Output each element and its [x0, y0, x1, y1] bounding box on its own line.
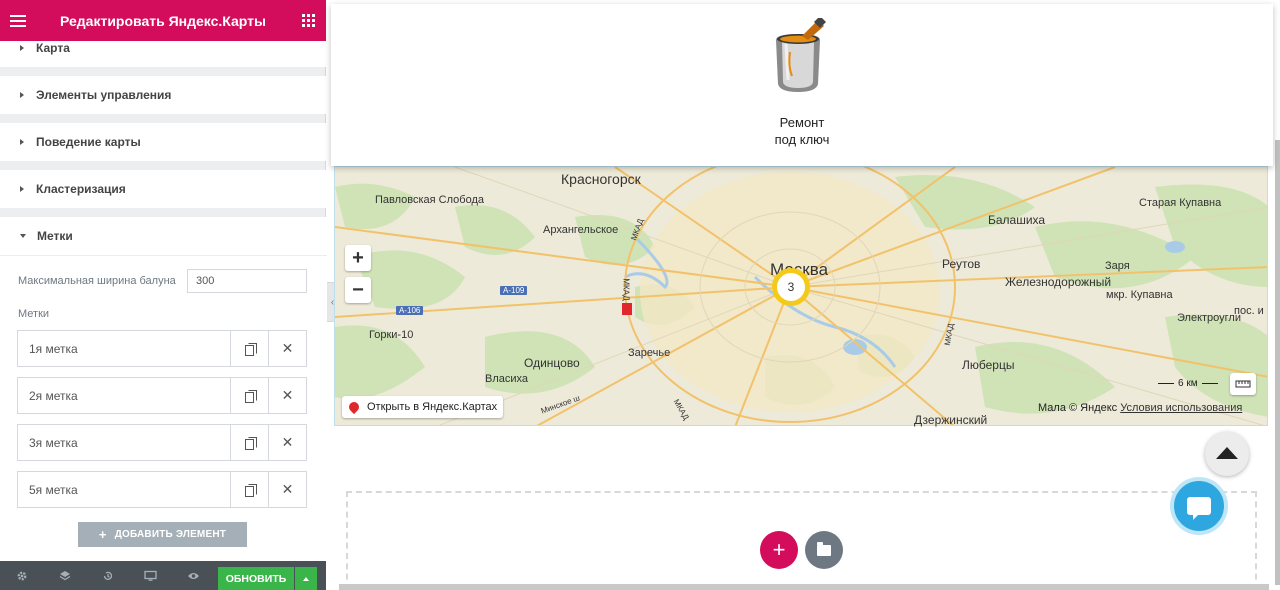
close-icon[interactable]: ✕: [268, 378, 306, 413]
map-road-label: МКАД: [621, 278, 631, 301]
section-controls[interactable]: Элементы управления: [0, 76, 326, 114]
mark-item[interactable]: 2я метка ✕: [17, 377, 307, 414]
cluster-marker[interactable]: 3: [772, 268, 810, 306]
duplicate-icon[interactable]: [230, 425, 268, 460]
caret-right-icon: [20, 45, 24, 51]
map-pin-icon: [346, 399, 362, 415]
zoom-in-button[interactable]: +: [345, 245, 371, 271]
map-place-label: Архангельское: [543, 224, 619, 236]
map-place-label: Власиха: [485, 373, 529, 385]
map-place-label: Одинцово: [524, 356, 580, 370]
desktop-icon[interactable]: [129, 561, 172, 590]
marks-label: Метки: [18, 308, 50, 320]
section-behavior[interactable]: Поведение карты: [0, 123, 326, 161]
map-copyright: Мала © Яндекс Условия использования: [1038, 402, 1242, 414]
section-label: Кластеризация: [36, 182, 126, 196]
map-place-label: Дзержинский: [914, 413, 988, 427]
mark-item-label[interactable]: 1я метка: [18, 331, 230, 366]
folder-icon[interactable]: [805, 531, 843, 569]
duplicate-icon[interactable]: [230, 331, 268, 366]
zoom-out-button[interactable]: −: [345, 277, 371, 303]
map-place-label: Железнодорожный: [1005, 275, 1112, 289]
map-place-label: Заря: [1105, 260, 1130, 272]
map-place-label: Старая Купавна: [1139, 197, 1222, 209]
road-tag: A-109: [500, 286, 528, 295]
copyright-prefix: Мала: [1038, 402, 1066, 414]
scroll-to-top-button[interactable]: [1205, 432, 1249, 476]
map-place-label: Павловская Слобода: [375, 194, 484, 206]
max-balloon-width-input[interactable]: 300: [187, 269, 307, 293]
copyright-brand: © Яндекс: [1069, 402, 1118, 414]
map-place-label: Люберцы: [962, 358, 1015, 372]
history-icon[interactable]: [86, 561, 129, 590]
update-button[interactable]: ОБНОВИТЬ: [218, 567, 294, 590]
mark-item[interactable]: 5я метка ✕: [17, 471, 307, 508]
map-place-label: Заречье: [628, 347, 671, 359]
mark-item-label[interactable]: 5я метка: [18, 472, 230, 507]
caret-right-icon: [20, 139, 24, 145]
logo-text-line2: под ключ: [774, 132, 830, 147]
caret-right-icon: [20, 92, 24, 98]
open-in-yandex-label: Открыть в Яндекс.Картах: [367, 401, 498, 413]
map-place-label: Горки-10: [369, 329, 414, 341]
add-section-button[interactable]: +: [760, 531, 798, 569]
gear-icon[interactable]: [0, 561, 43, 590]
section-karta[interactable]: Карта: [0, 41, 326, 67]
section-label: Метки: [37, 229, 73, 243]
section-clustering[interactable]: Кластеризация: [0, 170, 326, 208]
logo-text: Ремонт под ключ: [331, 114, 1273, 148]
ruler-icon[interactable]: [1230, 373, 1256, 395]
editor-panel: Редактировать Яндекс.Карты Карта Элемент…: [0, 0, 326, 590]
close-icon[interactable]: ✕: [268, 425, 306, 460]
duplicate-icon[interactable]: [230, 378, 268, 413]
section-label: Поведение карты: [36, 135, 141, 149]
add-element-button[interactable]: + ДОБАВИТЬ ЭЛЕМЕНТ: [78, 522, 247, 547]
duplicate-icon[interactable]: [230, 472, 268, 507]
plus-icon: +: [98, 527, 107, 542]
map-place-label: Электроугли: [1177, 312, 1241, 324]
grid-icon[interactable]: [290, 0, 326, 41]
chevron-up-icon[interactable]: [295, 567, 317, 590]
road-tag: A-106: [396, 306, 424, 315]
map-place-label: Балашиха: [988, 213, 1046, 227]
mark-item-label[interactable]: 3я метка: [18, 425, 230, 460]
add-section-dropzone: [346, 491, 1257, 590]
max-balloon-width-label: Максимальная ширина балуна: [18, 275, 176, 287]
hamburger-icon[interactable]: [0, 0, 36, 41]
horizontal-scrollbar[interactable]: [339, 584, 1269, 590]
site-header: Ремонт под ключ: [331, 4, 1273, 166]
map-place-label: Красногорск: [561, 171, 641, 187]
panel-title: Редактировать Яндекс.Карты: [60, 12, 266, 29]
mark-item-label[interactable]: 2я метка: [18, 378, 230, 413]
chat-icon: [1187, 497, 1211, 520]
arrow-up-icon: [1216, 446, 1238, 459]
terms-link[interactable]: Условия использования: [1120, 402, 1242, 414]
section-marks[interactable]: Метки: [0, 217, 326, 255]
map-place-label: Реутов: [942, 257, 981, 271]
close-icon[interactable]: ✕: [268, 472, 306, 507]
map-place-label: мкр. Купавна: [1106, 289, 1173, 301]
panel-header: Редактировать Яндекс.Карты: [0, 0, 326, 41]
section-label: Элементы управления: [36, 88, 172, 102]
logo-text-line1: Ремонт: [779, 115, 825, 130]
paint-bucket-logo: [776, 18, 826, 92]
caret-down-icon: [20, 234, 26, 238]
caret-right-icon: [20, 186, 24, 192]
open-in-yandex-link[interactable]: Открыть в Яндекс.Картах: [342, 396, 504, 418]
scale-label: 6 км: [1178, 378, 1198, 389]
mark-item[interactable]: 3я метка ✕: [17, 424, 307, 461]
layers-icon[interactable]: [43, 561, 86, 590]
vertical-scrollbar[interactable]: [1275, 140, 1280, 585]
close-icon[interactable]: ✕: [268, 331, 306, 366]
mark-item[interactable]: 1я метка ✕: [17, 330, 307, 367]
add-element-label: ДОБАВИТЬ ЭЛЕМЕНТ: [114, 529, 227, 540]
section-label: Карта: [36, 41, 70, 55]
eye-icon[interactable]: [172, 561, 215, 590]
chat-button[interactable]: [1170, 477, 1228, 535]
map-scale: 6 км: [1154, 378, 1222, 389]
